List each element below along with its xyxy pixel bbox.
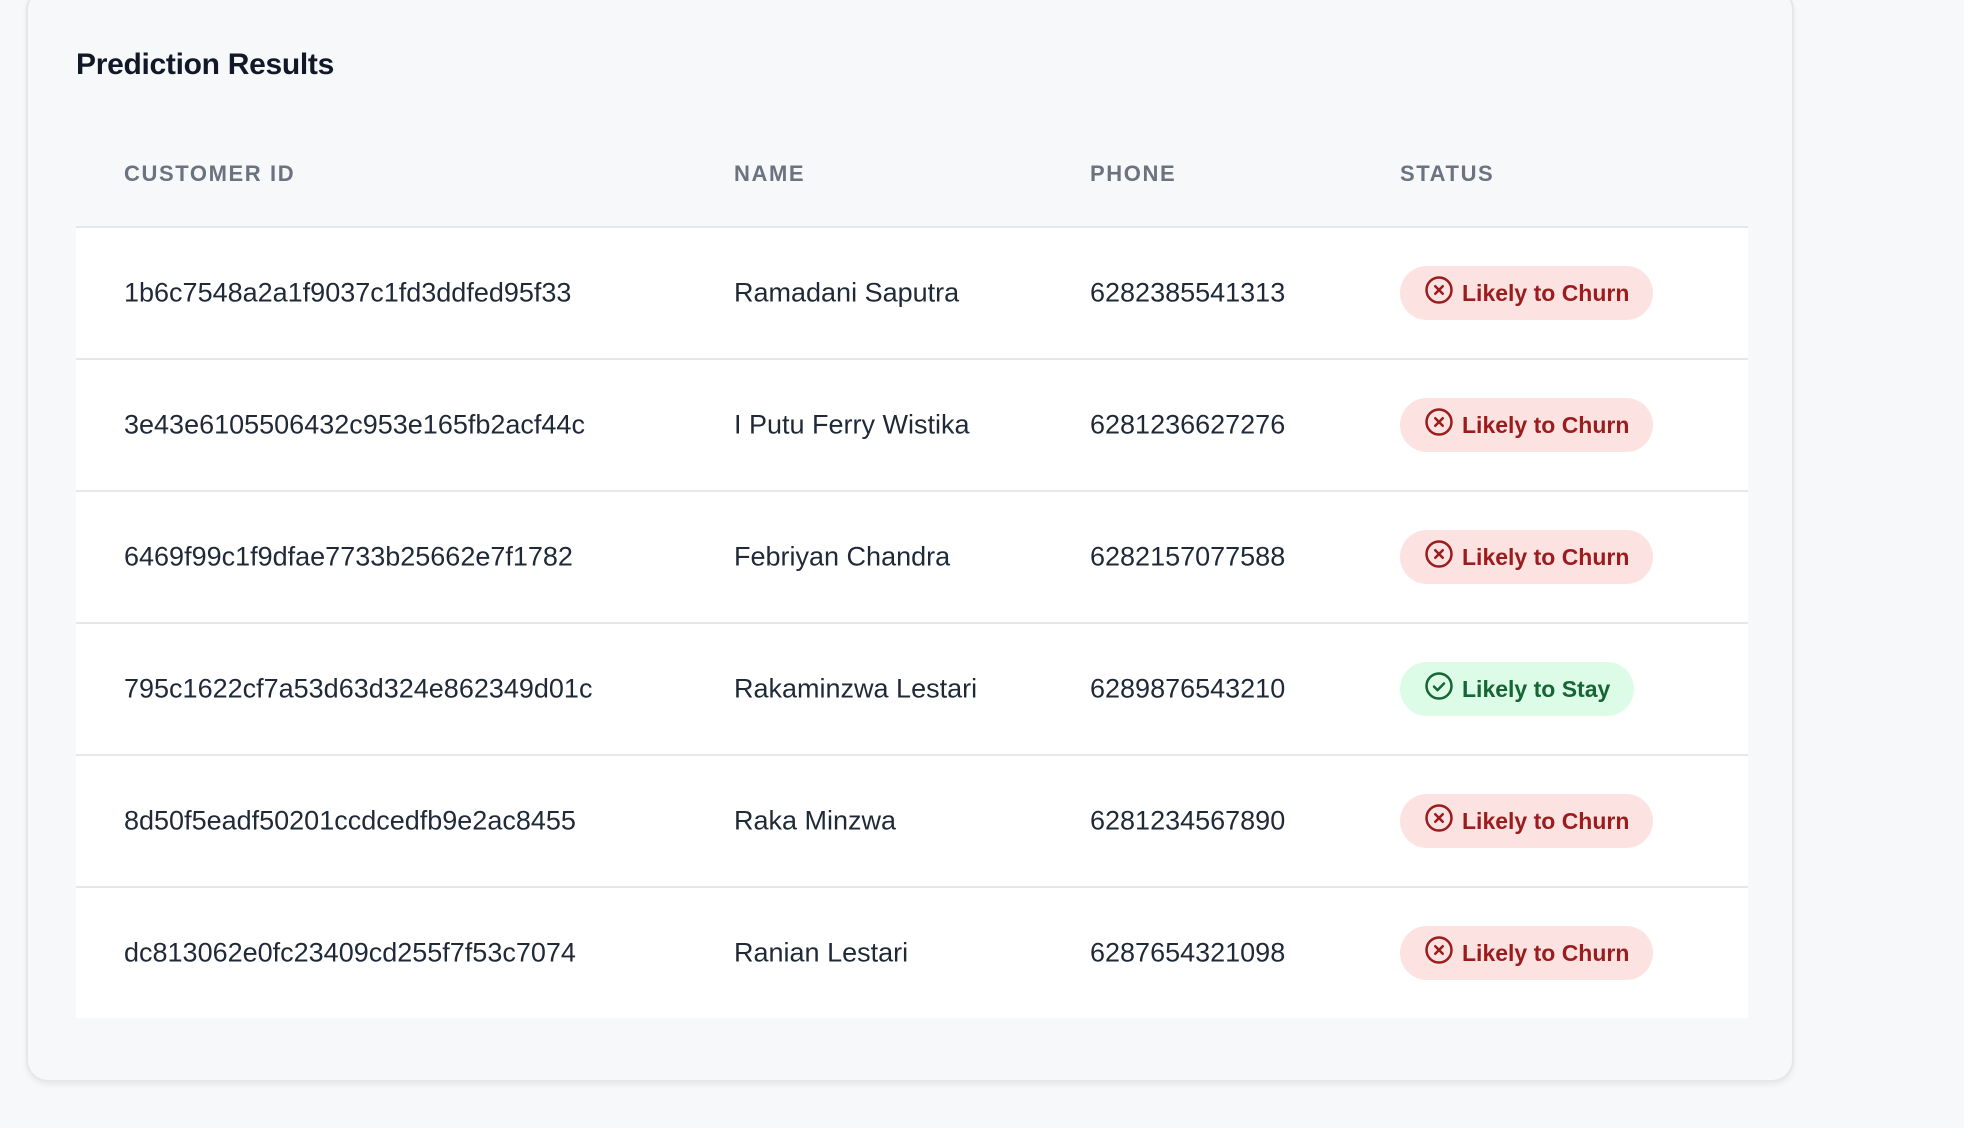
phone-cell: 6281236627276 [1090, 409, 1286, 440]
customer-id-cell: 1b6c7548a2a1f9037c1fd3ddfed95f33 [124, 277, 572, 308]
name-cell: Rakaminzwa Lestari [734, 673, 978, 704]
column-header-customer-id: CUSTOMER ID [124, 161, 296, 186]
column-header-name: NAME [734, 161, 806, 186]
phone-cell: 6287654321098 [1090, 937, 1286, 968]
status-cell: Likely to Churn [1400, 794, 1654, 848]
name-cell: Ramadani Saputra [734, 277, 960, 308]
table-row: 3e43e6105506432c953e165fb2acf44c I Putu … [76, 360, 1748, 492]
customer-id-cell: 795c1622cf7a53d63d324e862349d01c [124, 673, 593, 704]
status-badge: Likely to Churn [1400, 266, 1654, 320]
table-row: 6469f99c1f9dfae7733b25662e7f1782 Febriya… [76, 492, 1748, 624]
x-circle-icon [1424, 803, 1454, 839]
x-circle-icon [1424, 275, 1454, 311]
phone-cell: 6282385541313 [1090, 277, 1286, 308]
name-cell: Febriyan Chandra [734, 541, 951, 572]
x-circle-icon [1424, 407, 1454, 443]
status-label: Likely to Churn [1462, 411, 1630, 438]
name-cell: Raka Minzwa [734, 805, 897, 836]
status-label: Likely to Churn [1462, 279, 1630, 306]
name-cell: Ranian Lestari [734, 937, 909, 968]
table-body: 1b6c7548a2a1f9037c1fd3ddfed95f33 Ramadan… [76, 228, 1748, 1018]
status-badge: Likely to Churn [1400, 926, 1654, 980]
status-label: Likely to Stay [1462, 675, 1611, 702]
customer-id-cell: 3e43e6105506432c953e165fb2acf44c [124, 409, 585, 440]
status-label: Likely to Churn [1462, 939, 1630, 966]
customer-id-cell: 8d50f5eadf50201ccdcedfb9e2ac8455 [124, 805, 576, 836]
x-circle-icon [1424, 539, 1454, 575]
results-table: CUSTOMER ID NAME PHONE STATUS 1b6c7548a2… [76, 118, 1748, 1018]
customer-id-cell: dc813062e0fc23409cd255f7f53c7074 [124, 937, 576, 968]
card-title: Prediction Results [76, 48, 334, 81]
status-cell: Likely to Stay [1400, 662, 1635, 716]
x-circle-icon [1424, 935, 1454, 971]
phone-cell: 6282157077588 [1090, 541, 1286, 572]
status-cell: Likely to Churn [1400, 926, 1654, 980]
table-row: dc813062e0fc23409cd255f7f53c7074 Ranian … [76, 888, 1748, 1018]
table-row: 1b6c7548a2a1f9037c1fd3ddfed95f33 Ramadan… [76, 228, 1748, 360]
phone-cell: 6281234567890 [1090, 805, 1286, 836]
table-row: 8d50f5eadf50201ccdcedfb9e2ac8455 Raka Mi… [76, 756, 1748, 888]
status-cell: Likely to Churn [1400, 266, 1654, 320]
column-header-status: STATUS [1400, 161, 1495, 186]
phone-cell: 6289876543210 [1090, 673, 1286, 704]
status-cell: Likely to Churn [1400, 530, 1654, 584]
status-badge: Likely to Churn [1400, 794, 1654, 848]
status-label: Likely to Churn [1462, 807, 1630, 834]
table-row: 795c1622cf7a53d63d324e862349d01c Rakamin… [76, 624, 1748, 756]
status-badge: Likely to Churn [1400, 530, 1654, 584]
name-cell: I Putu Ferry Wistika [734, 409, 970, 440]
table-header: CUSTOMER ID NAME PHONE STATUS [76, 118, 1748, 228]
column-header-phone: PHONE [1090, 161, 1177, 186]
status-label: Likely to Churn [1462, 543, 1630, 570]
status-badge: Likely to Stay [1400, 662, 1635, 716]
customer-id-cell: 6469f99c1f9dfae7733b25662e7f1782 [124, 541, 573, 572]
check-circle-icon [1424, 671, 1454, 707]
status-cell: Likely to Churn [1400, 398, 1654, 452]
prediction-results-card: Prediction Results CUSTOMER ID NAME PHON… [26, 0, 1794, 1082]
status-badge: Likely to Churn [1400, 398, 1654, 452]
